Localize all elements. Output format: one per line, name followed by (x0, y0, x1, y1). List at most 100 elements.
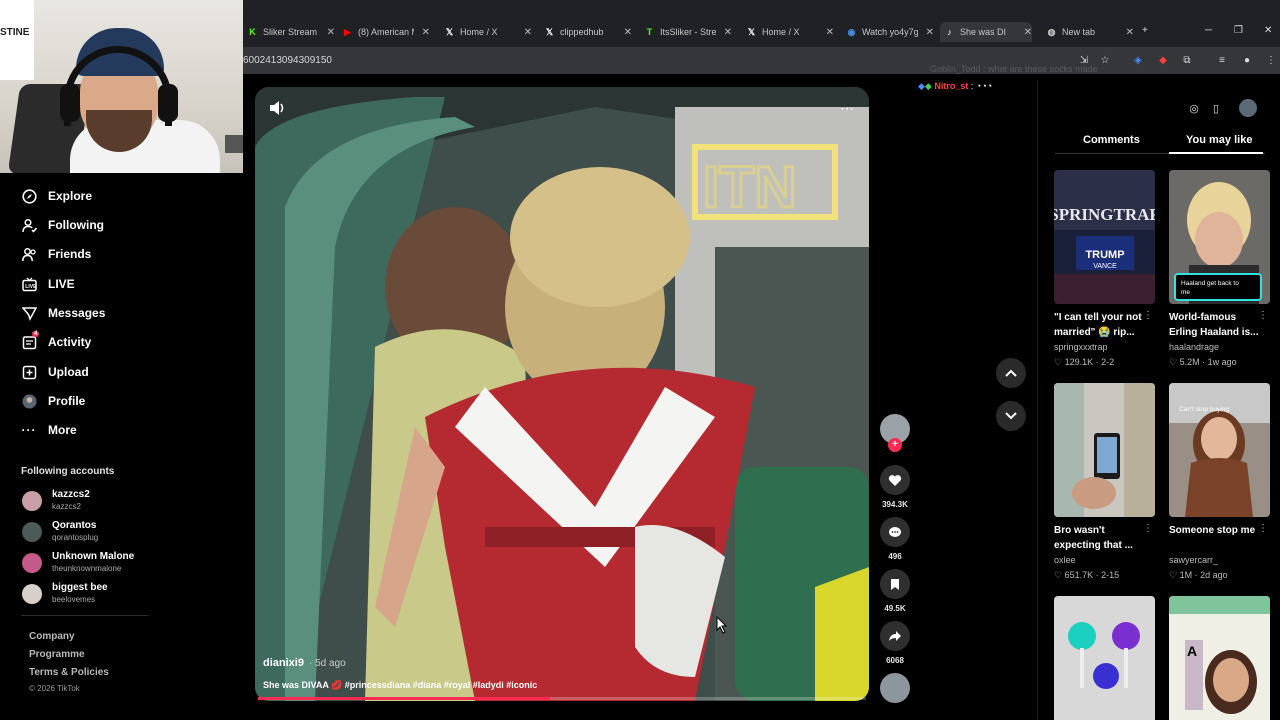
close-tab-icon[interactable]: ✕ (422, 27, 430, 38)
sidebar-item-following[interactable]: Following (21, 214, 104, 236)
sidebar-item-explore[interactable]: Explore (21, 185, 92, 207)
video-thumbnail[interactable]: Haaland get back to me (1169, 170, 1270, 304)
comment-count: 496 (888, 552, 902, 561)
browser-tab[interactable]: ◍ New tab ✕ (1042, 22, 1134, 42)
restore-icon[interactable]: ❐ (1234, 25, 1243, 36)
card-likes: 1M (1179, 570, 1193, 580)
bookmark-star-icon[interactable]: ☆ (1098, 53, 1112, 67)
tab-title: Sliker Stream (263, 27, 318, 37)
share-button[interactable] (880, 621, 910, 651)
browser-tab[interactable]: 𝕏 Home / X ✕ (440, 22, 532, 42)
card-meta: ♡ 1M · 2d ago (1169, 570, 1228, 581)
browser-tab[interactable]: K Sliker Stream ✕ (243, 22, 335, 42)
video-thumbnail[interactable] (1054, 383, 1155, 517)
account-name: Unknown Malone (52, 551, 135, 562)
browser-tab[interactable]: ▶ (8) American M ✕ (338, 22, 430, 42)
close-tab-icon[interactable]: ✕ (724, 27, 732, 38)
sidebar-item-profile[interactable]: Profile (21, 390, 85, 412)
svg-text:ITN: ITN (703, 155, 796, 220)
chat-badge-icon: ◆ (924, 81, 932, 91)
sidebar-item-friends[interactable]: Friends (21, 243, 91, 265)
extension-icon[interactable]: ◆ (1156, 53, 1170, 67)
kick-icon: K (249, 27, 256, 37)
video-author[interactable]: dianixi9 (263, 657, 304, 669)
extension-icon[interactable]: ◈ (1131, 53, 1145, 67)
volume-icon[interactable] (268, 100, 286, 116)
chat-message: ◆◆ Nitro_st : ◔◔◔ (918, 81, 992, 92)
user-avatar[interactable] (1239, 99, 1257, 117)
video-progress-bar[interactable] (258, 697, 866, 700)
sidebar-item-upload[interactable]: Upload (21, 361, 89, 383)
video-player[interactable]: ITN (255, 87, 869, 701)
sidebar-item-more[interactable]: ··· More (21, 419, 77, 441)
card-meta: ♡ 129.1K · 2-2 (1054, 357, 1114, 368)
new-tab-button[interactable]: + (1142, 25, 1148, 36)
card-username[interactable]: springxxxtrap (1054, 342, 1108, 352)
close-tab-icon[interactable]: ✕ (926, 27, 934, 38)
sidebar-item-label: Messages (48, 306, 106, 320)
card-more-icon[interactable]: ⋮ (1258, 310, 1268, 321)
tab-title: ItsSliker - Strea (660, 27, 716, 37)
video-thumbnail[interactable]: A (1169, 596, 1270, 720)
comment-button[interactable] (880, 517, 910, 547)
like-button[interactable] (880, 465, 910, 495)
video-more-icon[interactable]: ⋯ (840, 100, 854, 117)
tab-you-may-like[interactable]: You may like (1186, 134, 1252, 146)
close-tab-icon[interactable]: ✕ (524, 27, 532, 38)
save-button[interactable] (880, 569, 910, 599)
card-title[interactable]: World-famous Erling Haaland is... (1169, 310, 1265, 340)
card-title[interactable]: Someone stop me (1169, 523, 1265, 538)
video-posted-time: · 5d ago (309, 658, 346, 669)
browser-tab[interactable]: ◉ Watch yo4y7g ✕ (842, 22, 934, 42)
sidebar-item-live[interactable]: LIVE LIVE (21, 273, 75, 295)
tab-comments[interactable]: Comments (1083, 134, 1140, 146)
compass-icon[interactable]: ◎ (1185, 99, 1203, 117)
extensions-puzzle-icon[interactable]: ⧉ (1180, 53, 1194, 67)
previous-video-button[interactable] (996, 358, 1026, 388)
reading-list-icon[interactable]: ≡ (1215, 53, 1229, 67)
video-thumbnail[interactable]: Can't stop buying (1169, 383, 1270, 517)
follow-plus-icon[interactable]: + (888, 438, 902, 452)
more-icon: ··· (21, 423, 37, 437)
video-thumbnail[interactable] (1054, 596, 1155, 720)
globe-icon: ◉ (847, 26, 856, 37)
sound-disc[interactable] (880, 673, 910, 703)
card-title[interactable]: "I can tell your not married" 😭 rip... (1054, 310, 1150, 340)
close-tab-icon[interactable]: ✕ (826, 27, 834, 38)
tab-title: clippedhub (560, 27, 604, 37)
browser-tab[interactable]: 𝕏clippedhub ✕ (540, 22, 632, 42)
compass-icon (21, 188, 37, 204)
chrome-icon: ◍ (1047, 26, 1056, 37)
close-tab-icon[interactable]: ✕ (624, 27, 632, 38)
browser-tab[interactable]: T ItsSliker - Strea ✕ (640, 22, 732, 42)
chat-username: Nitro_st (934, 81, 969, 91)
close-window-icon[interactable]: ✕ (1264, 25, 1272, 36)
sidebar-item-label: Profile (48, 394, 86, 408)
browser-tab[interactable]: 𝕏 Home / X ✕ (742, 22, 834, 42)
close-tab-icon[interactable]: ✕ (327, 27, 335, 38)
browser-menu-icon[interactable]: ⋮ (1264, 53, 1278, 67)
minimize-icon[interactable]: ─ (1205, 25, 1212, 36)
card-more-icon[interactable]: ⋮ (1258, 523, 1268, 534)
footer-link-programme[interactable]: Programme (29, 649, 85, 660)
close-tab-icon[interactable]: ✕ (1126, 27, 1134, 38)
next-video-button[interactable] (996, 401, 1026, 431)
profile-avatar-icon[interactable]: ● (1240, 53, 1254, 67)
card-username[interactable]: oxlee (1054, 555, 1076, 565)
card-username[interactable]: sawyercarr_ (1169, 555, 1218, 565)
sidebar-item-activity[interactable]: 4 Activity (21, 331, 91, 353)
webcam-overlay: STINE (0, 0, 243, 173)
card-username[interactable]: haalandrage (1169, 342, 1219, 352)
card-title[interactable]: Bro wasn't expecting that ... (1054, 523, 1150, 553)
close-tab-icon[interactable]: ✕ (1024, 27, 1032, 38)
video-thumbnail[interactable]: SPRINGTRAP TRUMP VANCE (1054, 170, 1155, 304)
url-field[interactable]: 6002413094309150 (243, 55, 332, 66)
footer-link-company[interactable]: Company (29, 631, 75, 642)
footer-link-terms[interactable]: Terms & Policies (29, 667, 109, 678)
device-icon[interactable]: ▯ (1207, 99, 1225, 117)
account-handle: kazzcs2 (52, 502, 81, 511)
card-more-icon[interactable]: ⋮ (1143, 523, 1153, 534)
browser-tab[interactable]: ♪ She was DI ✕ (940, 22, 1032, 42)
sidebar-item-messages[interactable]: Messages (21, 302, 105, 324)
card-more-icon[interactable]: ⋮ (1143, 310, 1153, 321)
